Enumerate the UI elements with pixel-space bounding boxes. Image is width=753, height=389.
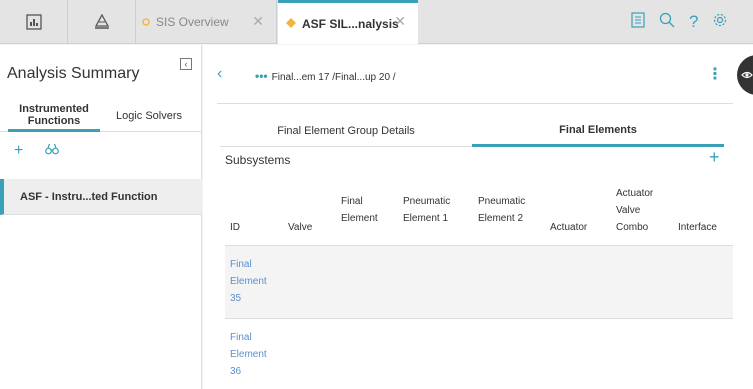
dashboard-icon[interactable] <box>0 0 68 44</box>
toolbar-actions: ? <box>631 0 728 44</box>
back-icon[interactable]: ‹ <box>217 65 222 83</box>
tab-sis-overview[interactable]: SIS Overview ✕ <box>136 0 277 44</box>
hierarchy-icon[interactable] <box>68 0 136 44</box>
table-row[interactable]: Final Element 35 <box>225 246 733 318</box>
top-bar: SIS Overview ✕ ASF SIL...nalysis ✕ ? <box>0 0 753 44</box>
close-icon[interactable]: ✕ <box>394 13 406 30</box>
collapse-panel-icon[interactable]: ‹ <box>180 58 192 70</box>
tab-instrumented-functions[interactable]: Instrumented Functions <box>8 100 100 132</box>
column-header-valve[interactable]: Valve <box>288 219 312 236</box>
document-icon[interactable] <box>631 11 645 33</box>
add-icon[interactable]: + <box>14 142 23 160</box>
left-panel: Analysis Summary ‹ Instrumented Function… <box>0 45 202 389</box>
column-header-actuator[interactable]: Actuator <box>550 219 587 236</box>
breadcrumb-text: Final...em 17 /Final...up 20 / <box>271 72 396 83</box>
left-toolbar: + <box>14 142 60 160</box>
tab-status-icon <box>286 17 296 31</box>
main-tabs: Final Element Group Details Final Elemen… <box>220 115 724 147</box>
tab-final-element-group-details[interactable]: Final Element Group Details <box>220 115 472 147</box>
tab-label: ASF SIL...nalysis <box>302 16 399 31</box>
help-icon[interactable]: ? <box>689 12 698 32</box>
tab-logic-solvers[interactable]: Logic Solvers <box>104 100 194 132</box>
breadcrumb[interactable]: ••• Final...em 17 /Final...up 20 / <box>255 69 396 83</box>
add-subsystem-icon[interactable]: + <box>709 147 720 168</box>
column-header-final-element[interactable]: Final Element <box>341 193 383 227</box>
column-header-pneumatic-element-1[interactable]: Pneumatic Element 1 <box>403 193 459 227</box>
settings-icon[interactable] <box>712 12 728 33</box>
tab-final-elements[interactable]: Final Elements <box>472 115 724 147</box>
close-icon[interactable]: ✕ <box>252 13 264 30</box>
row-id-link[interactable]: Final Element 35 <box>230 256 280 307</box>
tab-label: SIS Overview <box>156 15 229 29</box>
search-icon[interactable] <box>659 12 675 33</box>
main-panel: ‹ ••• Final...em 17 /Final...up 20 / ⋮ Fi… <box>203 45 753 389</box>
section-title: Subsystems <box>225 153 291 167</box>
more-breadcrumbs-icon[interactable]: ••• <box>255 69 268 83</box>
column-header-interface[interactable]: Interface <box>678 219 717 236</box>
more-options-icon[interactable]: ⋮ <box>707 64 723 84</box>
tab-asf-sil-analysis[interactable]: ASF SIL...nalysis ✕ <box>278 0 418 44</box>
binoculars-icon[interactable] <box>45 142 60 160</box>
column-header-pneumatic-element-2[interactable]: Pneumatic Element 2 <box>478 193 534 227</box>
column-header-actuator-valve-combo[interactable]: Actuator Valve Combo <box>616 185 658 236</box>
row-id-link[interactable]: Final Element 36 <box>230 329 280 380</box>
panel-title: Analysis Summary <box>7 65 140 82</box>
list-item[interactable]: ASF - Instru...ted Function <box>0 179 202 215</box>
left-tabs: Instrumented Functions Logic Solvers <box>0 100 202 132</box>
table-row[interactable]: Final Element 36 <box>225 318 733 389</box>
tab-status-icon <box>142 15 150 29</box>
divider <box>217 103 733 104</box>
column-header-id[interactable]: ID <box>230 219 240 236</box>
